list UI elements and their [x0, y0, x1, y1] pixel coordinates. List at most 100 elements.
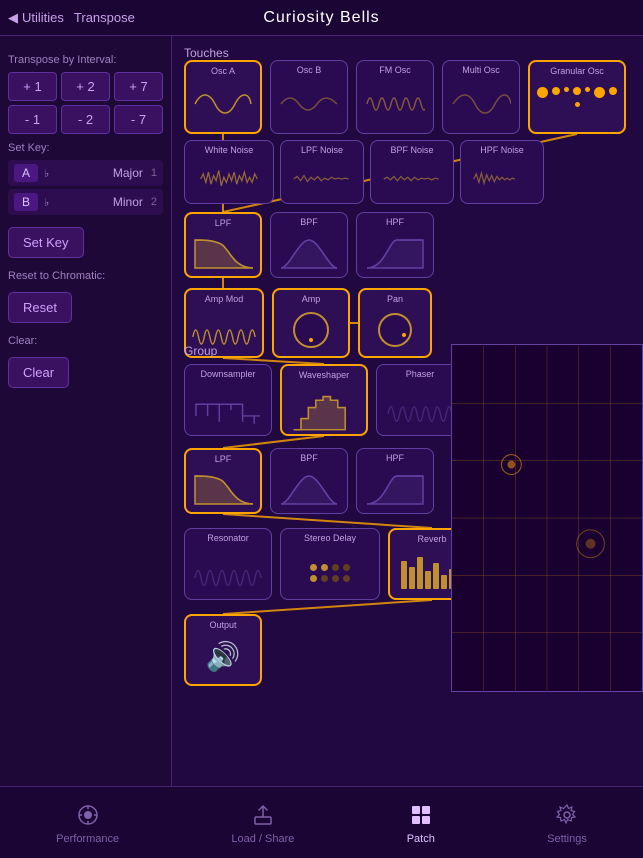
filter-hpf-label: HPF [357, 217, 433, 227]
downsampler-node[interactable]: Downsampler [184, 364, 272, 436]
speaker-icon: 🔊 [206, 641, 241, 672]
grp-hpf-label: HPF [357, 453, 433, 463]
amp-mod-wave [186, 312, 262, 348]
transpose-link[interactable]: Transpose [74, 10, 135, 26]
waveshaper-label: Waveshaper [282, 370, 366, 380]
xy-pad[interactable] [451, 344, 643, 692]
performance-label: Performance [56, 833, 119, 845]
granular-osc-label: Granular Osc [530, 66, 624, 76]
nav-performance[interactable]: Performance [56, 801, 119, 845]
stereo-delay-label: Stereo Delay [281, 533, 379, 543]
filter-hpf-wave [357, 234, 433, 270]
waveshaper-node[interactable]: Waveshaper [280, 364, 368, 436]
back-icon: ◀ [8, 10, 18, 26]
nav-settings[interactable]: Settings [547, 801, 587, 845]
waveshaper-wave [282, 389, 366, 425]
downsampler-label: Downsampler [185, 369, 271, 379]
osc-b-label: Osc B [271, 65, 347, 75]
amp-knob [293, 312, 329, 348]
nav-patch[interactable]: Patch [407, 801, 435, 845]
delay-dots [306, 560, 354, 586]
stereo-delay-node[interactable]: Stereo Delay [280, 528, 380, 600]
key-sharp-b: ♭ [44, 196, 49, 209]
pan-knob [378, 313, 412, 347]
osc-a-wave [186, 86, 260, 122]
filter-lpf-node[interactable]: LPF [184, 212, 262, 278]
interval-buttons: + 1 + 2 + 7 - 1 - 2 - 7 [8, 72, 163, 134]
g-dot [609, 87, 617, 95]
osc-b-node[interactable]: Osc B [270, 60, 348, 134]
grp-lpf-label: LPF [186, 454, 260, 464]
multi-osc-node[interactable]: Multi Osc [442, 60, 520, 134]
downsampler-wave [185, 389, 271, 425]
grp-bpf-wave [271, 470, 347, 506]
patch-icon [407, 801, 435, 829]
hpf-noise-node[interactable]: HPF Noise [460, 140, 544, 204]
interval-minus2[interactable]: - 2 [61, 105, 110, 134]
set-key-button[interactable]: Set Key [8, 227, 84, 258]
output-label: Output [186, 620, 260, 630]
settings-label: Settings [547, 833, 587, 845]
clear-label: Clear: [8, 335, 163, 347]
resonator-label: Resonator [185, 533, 271, 543]
nav-load-share[interactable]: Load / Share [231, 801, 294, 845]
g-dot [575, 102, 580, 107]
interval-plus7[interactable]: + 7 [114, 72, 163, 101]
lpf-noise-node[interactable]: LPF Noise [280, 140, 364, 204]
r-bar [425, 571, 431, 589]
filter-bpf-wave [271, 234, 347, 270]
key-rows: A ♭ Major 1 B ♭ Minor 2 [8, 160, 163, 215]
d-dot [321, 564, 328, 571]
key-note-a: A [14, 164, 38, 182]
r-bar [409, 567, 415, 589]
interval-minus7[interactable]: - 7 [114, 105, 163, 134]
g-dot [564, 87, 569, 92]
interval-minus1[interactable]: - 1 [8, 105, 57, 134]
hpf-noise-wave [461, 161, 543, 197]
interval-plus2[interactable]: + 2 [61, 72, 110, 101]
filter-hpf-node[interactable]: HPF [356, 212, 434, 278]
touches-label: Touches [184, 46, 229, 60]
back-button[interactable]: ◀ Utilities [8, 10, 64, 26]
r-bar [417, 557, 423, 589]
white-noise-wave [185, 161, 273, 197]
patch-label: Patch [407, 833, 435, 845]
white-noise-label: White Noise [185, 145, 273, 155]
knob-dot [309, 338, 313, 342]
g-dot [537, 87, 548, 98]
page-title: Curiosity Bells [263, 9, 379, 27]
resonator-wave [185, 553, 271, 589]
transpose-label: Transpose by Interval: [8, 54, 163, 66]
osc-a-node[interactable]: Osc A [184, 60, 262, 134]
pan-node[interactable]: Pan [358, 288, 432, 358]
filter-bpf-node[interactable]: BPF [270, 212, 348, 278]
fm-osc-node[interactable]: FM Osc [356, 60, 434, 134]
clear-button[interactable]: Clear [8, 357, 69, 388]
grp-hpf-node[interactable]: HPF [356, 448, 434, 514]
key-num-2: 2 [151, 196, 157, 208]
set-key-label: Set Key: [8, 142, 163, 154]
white-noise-node[interactable]: White Noise [184, 140, 274, 204]
reset-button[interactable]: Reset [8, 292, 72, 323]
key-note-b: B [14, 193, 38, 211]
d-dot [310, 564, 317, 571]
key-sharp-a: ♭ [44, 167, 49, 180]
bpf-noise-label: BPF Noise [371, 145, 453, 155]
utilities-link[interactable]: Utilities [22, 10, 64, 25]
interval-plus1[interactable]: + 1 [8, 72, 57, 101]
g-dot [573, 87, 581, 95]
amp-mod-label: Amp Mod [186, 294, 262, 304]
grp-lpf-node[interactable]: LPF [184, 448, 262, 514]
performance-icon [74, 801, 102, 829]
amp-label: Amp [274, 294, 348, 304]
main-area: Touches Osc A Osc B FM Osc Multi Osc Gra… [172, 36, 643, 822]
r-bar [401, 561, 407, 589]
resonator-node[interactable]: Resonator [184, 528, 272, 600]
grp-bpf-node[interactable]: BPF [270, 448, 348, 514]
g-dot [585, 87, 590, 92]
key-scale-major: Major [113, 166, 143, 180]
granular-osc-node[interactable]: Granular Osc [528, 60, 626, 134]
amp-node[interactable]: Amp [272, 288, 350, 358]
bpf-noise-node[interactable]: BPF Noise [370, 140, 454, 204]
output-node[interactable]: Output 🔊 [184, 614, 262, 686]
